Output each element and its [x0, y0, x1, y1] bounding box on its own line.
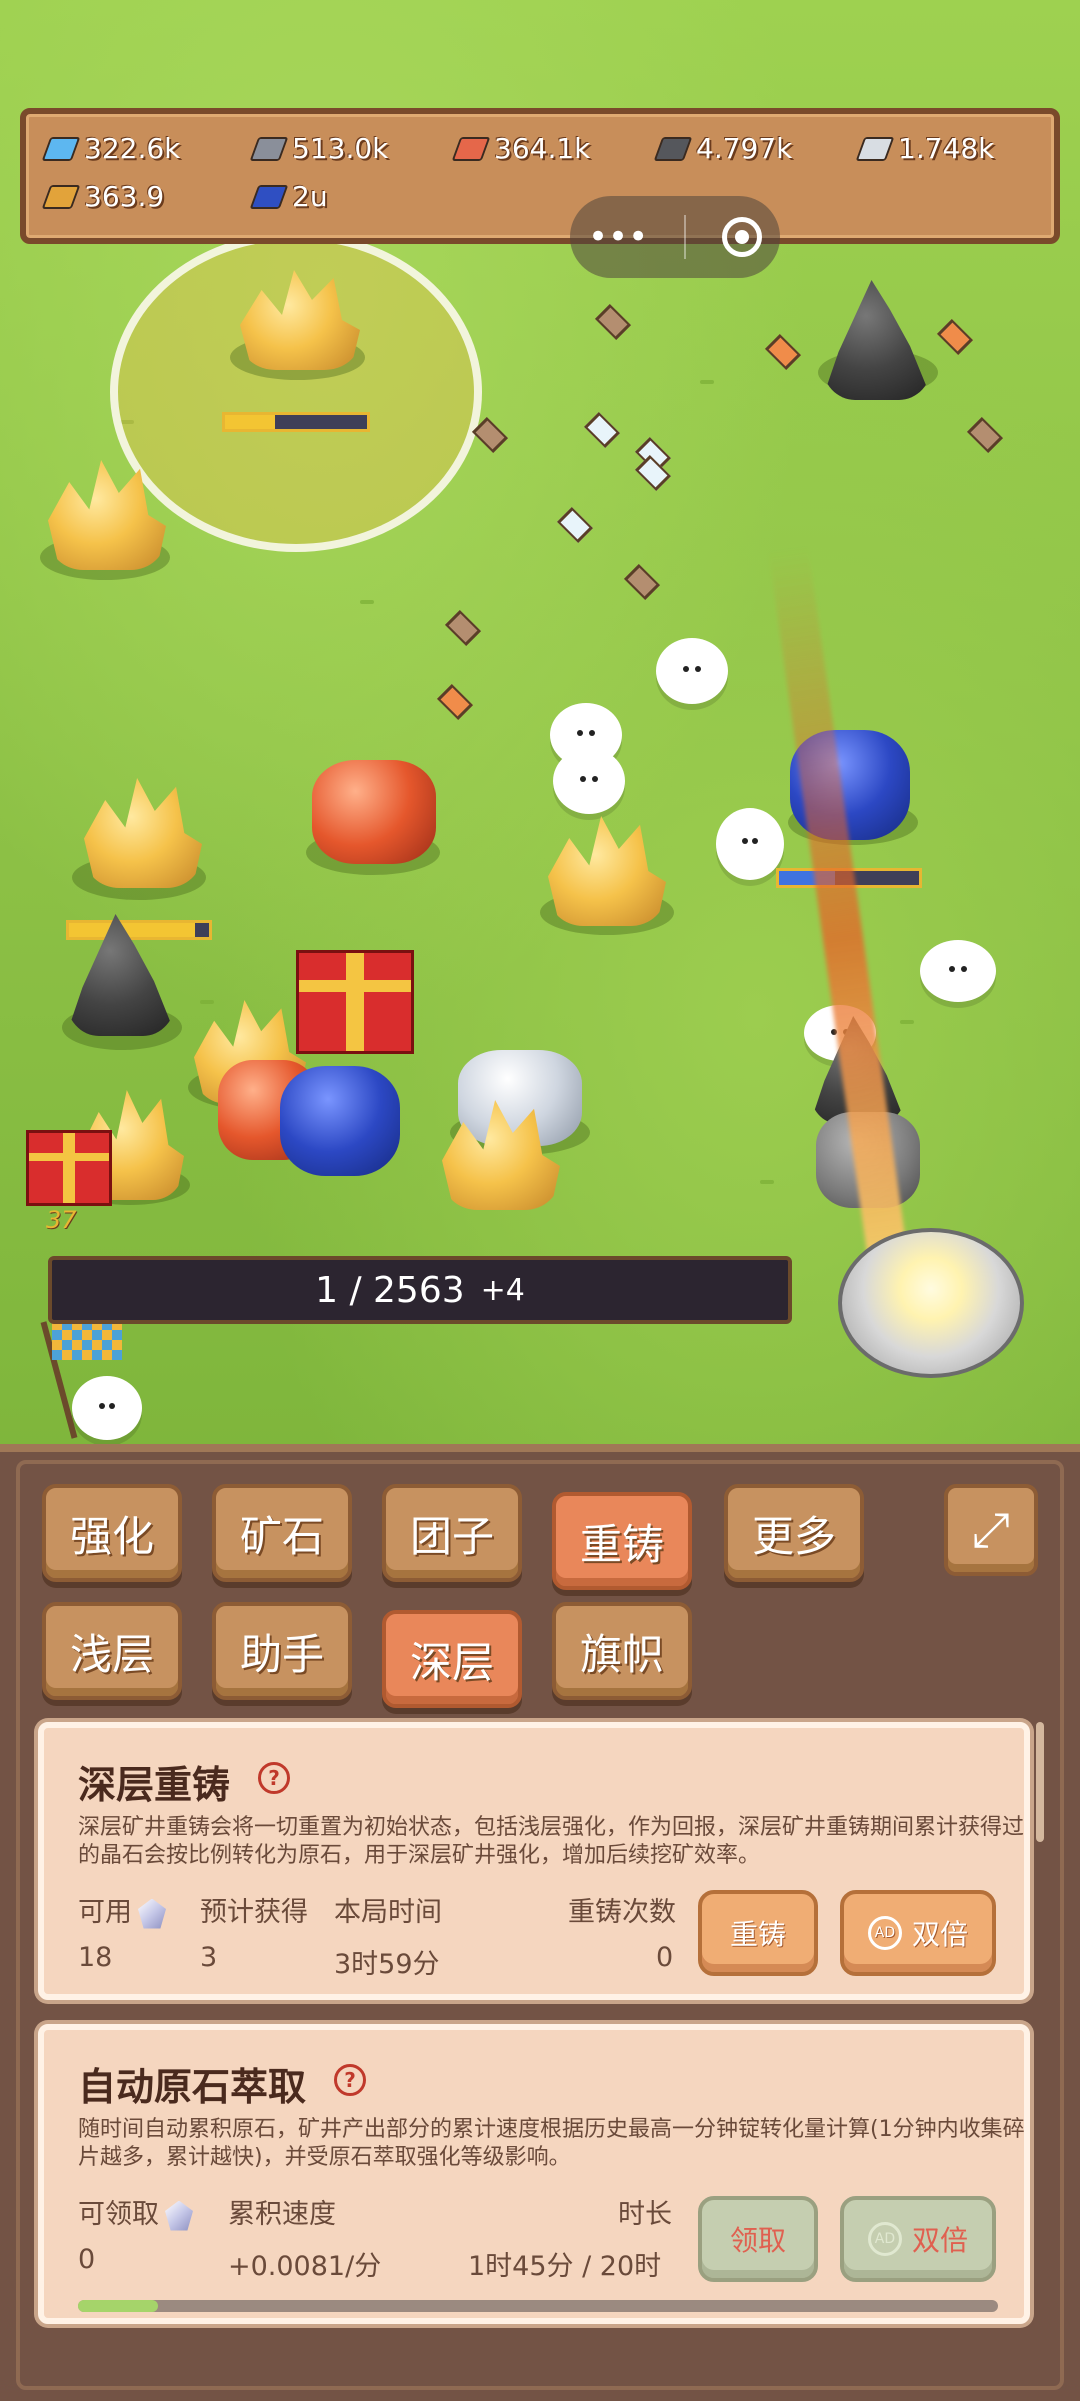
more-dots-icon[interactable]: ••• [588, 217, 648, 257]
resource-sapphire: 2u [249, 180, 328, 213]
available-label: 可用 [78, 1890, 166, 1929]
duration-label: 时长 [618, 2199, 672, 2230]
tab-recast[interactable]: 重铸 [552, 1492, 692, 1590]
dango-worker[interactable] [716, 808, 784, 880]
ore-progress-bar [66, 920, 212, 940]
available-value: 18 [78, 1942, 113, 1973]
deep-recast-description: 深层矿井重铸会将一切重置为初始状态，包括浅层强化，作为回报，深层矿井重铸期间累计… [78, 1815, 1025, 1868]
tab-helper[interactable]: 助手 [212, 1602, 352, 1700]
recast-count-value: 0 [656, 1942, 674, 1973]
tab-shallow[interactable]: 浅层 [42, 1602, 182, 1700]
resource-iron: 513.0k [249, 132, 388, 165]
tab-more[interactable]: 更多 [724, 1484, 864, 1582]
claimable-label: 可领取 [78, 2192, 193, 2231]
counter-text: 1 / 2563 [315, 1269, 465, 1311]
speed-value: +0.0081/分 [228, 2251, 382, 2282]
ore-chip [936, 318, 974, 356]
speed-label: 累积速度 [228, 2199, 336, 2230]
ore-chip [594, 303, 632, 341]
resource-coal: 4.797k [653, 132, 792, 165]
drill-beam [768, 544, 918, 1333]
capsule-divider [684, 215, 687, 259]
recast-count-label: 重铸次数 [568, 1897, 676, 1928]
ad-icon: AD [867, 2222, 902, 2256]
claim-double-button[interactable]: AD 双倍 [840, 2196, 996, 2282]
coal-ingot-icon [653, 136, 693, 161]
auto-extract-card: 自动原石萃取 ? 随时间自动累积原石，矿井产出部分的累计速度根据历史最高一分钟锭… [38, 2024, 1030, 2324]
round-time-value: 3时59分 [334, 1949, 440, 1980]
gift-count: 37 [46, 1206, 77, 1234]
ruby-ore[interactable] [312, 760, 436, 864]
mine-counter: 1 / 2563 +4 [48, 1256, 792, 1324]
extract-progress-bar [78, 2300, 998, 2312]
deep-recast-card: 深层重铸 ? 深层矿井重铸会将一切重置为初始状态，包括浅层强化，作为回报，深层矿… [38, 1722, 1030, 2000]
gold-ingot-icon [41, 184, 81, 209]
crystal-icon [41, 136, 81, 161]
ore-chip [436, 683, 474, 721]
fullscreen-icon[interactable]: ⤢ [944, 1484, 1038, 1576]
auto-extract-description: 随时间自动累积原石，矿井产出部分的累计速度根据历史最高一分钟锭转化量计算(1分钟… [78, 2117, 1025, 2170]
help-icon[interactable]: ? [258, 1762, 290, 1794]
mine-well[interactable] [838, 1228, 1024, 1378]
crystal-icon [138, 1898, 166, 1929]
dango-worker[interactable] [656, 638, 728, 704]
dango-worker[interactable] [553, 748, 625, 814]
iron-ingot-icon [249, 136, 289, 161]
silver-ingot-icon [855, 136, 895, 161]
gold-ore[interactable] [548, 816, 666, 926]
gift-box[interactable] [26, 1130, 112, 1206]
copper-ingot-icon [451, 136, 491, 161]
duration-value: 1时45分 / 20时 [468, 2251, 662, 2282]
tab-flag[interactable]: 旗帜 [552, 1602, 692, 1700]
resource-crystal: 322.6k [41, 132, 180, 165]
resource-gold: 363.9 [41, 180, 164, 213]
gift-box[interactable] [296, 950, 414, 1054]
coal-ore[interactable] [822, 280, 932, 400]
tab-ore[interactable]: 矿石 [212, 1484, 352, 1582]
resource-bar: 322.6k 513.0k 364.1k 4.797k 1.748k 363.9… [20, 108, 1060, 244]
mini-program-capsule: ••• [570, 196, 780, 278]
crystal-icon [165, 2200, 193, 2231]
help-icon[interactable]: ? [334, 2064, 366, 2096]
round-time-label: 本局时间 [334, 1897, 442, 1928]
dango-worker[interactable] [920, 940, 996, 1002]
sapphire-ingot-icon [249, 184, 289, 209]
ore-chip [966, 416, 1004, 454]
expected-label: 预计获得 [200, 1897, 308, 1928]
gold-ore[interactable] [84, 778, 202, 888]
tab-dango[interactable]: 团子 [382, 1484, 522, 1582]
target-icon[interactable] [722, 217, 763, 257]
auto-extract-title: 自动原石萃取 [78, 2065, 307, 2109]
lapis-ore[interactable] [280, 1066, 400, 1176]
claim-button[interactable]: 领取 [698, 2196, 818, 2282]
resource-copper: 364.1k [451, 132, 590, 165]
recast-button[interactable]: 重铸 [698, 1890, 818, 1976]
ore-chip [764, 333, 802, 371]
resource-silver: 1.748k [855, 132, 994, 165]
panel-scrollbar[interactable] [1036, 1722, 1044, 1842]
ore-chip [623, 563, 661, 601]
ad-icon: AD [867, 1916, 902, 1950]
dango-worker[interactable] [72, 1376, 142, 1440]
deep-recast-title: 深层重铸 [78, 1763, 231, 1807]
expected-value: 3 [200, 1942, 218, 1973]
counter-increment: +4 [480, 1272, 525, 1308]
recast-double-button[interactable]: AD 双倍 [840, 1890, 996, 1976]
ore-chip [556, 506, 594, 544]
ore-chip [583, 411, 621, 449]
tab-strengthen[interactable]: 强化 [42, 1484, 182, 1582]
ore-progress-bar [222, 412, 370, 432]
tab-deep[interactable]: 深层 [382, 1610, 522, 1708]
ore-chip [444, 609, 482, 647]
claimable-value: 0 [78, 2244, 96, 2275]
